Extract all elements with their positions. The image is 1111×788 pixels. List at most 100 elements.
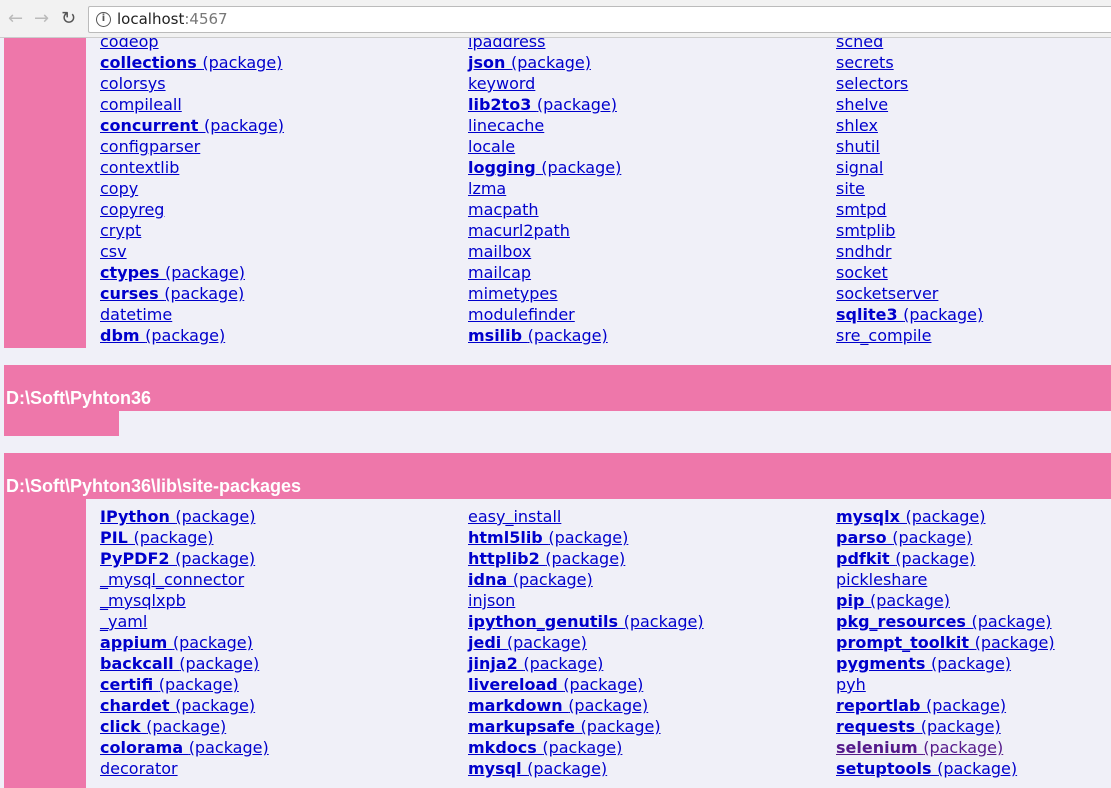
module-link-selectors[interactable]: selectors (836, 74, 908, 93)
module-link-decorator[interactable]: decorator (100, 759, 178, 778)
module-link-PyPDF2[interactable]: PyPDF2 (package) (100, 549, 255, 568)
module-link-pygments[interactable]: pygments (package) (836, 654, 1011, 673)
package-label: (package) (536, 95, 617, 114)
module-link-shelve[interactable]: shelve (836, 95, 888, 114)
module-link-markdown[interactable]: markdown (package) (468, 696, 648, 715)
module-link-sndhdr[interactable]: sndhdr (836, 242, 892, 261)
module-link-pip[interactable]: pip (package) (836, 591, 950, 610)
module-link-appium[interactable]: appium (package) (100, 633, 253, 652)
module-link-parso[interactable]: parso (package) (836, 528, 972, 547)
module-link-linecache[interactable]: linecache (468, 116, 544, 135)
module-link-lzma[interactable]: lzma (468, 179, 506, 198)
module-link-PIL[interactable]: PIL (package) (100, 528, 213, 547)
module-link-site[interactable]: site (836, 179, 865, 198)
module-link-_yaml[interactable]: _yaml (100, 612, 147, 631)
module-link-modulefinder[interactable]: modulefinder (468, 305, 575, 324)
module-link-socket[interactable]: socket (836, 263, 888, 282)
address-bar[interactable]: i localhost:4567 (88, 6, 1111, 33)
module-link-jinja2[interactable]: jinja2 (package) (468, 654, 603, 673)
module-link-socketserver[interactable]: socketserver (836, 284, 938, 303)
module-link-pickleshare[interactable]: pickleshare (836, 570, 927, 589)
module-link-copy[interactable]: copy (100, 179, 138, 198)
module-link-crypt[interactable]: crypt (100, 221, 141, 240)
module-link-jedi[interactable]: jedi (package) (468, 633, 587, 652)
module-list-item: compileall (100, 94, 460, 115)
module-link-ipython_genutils[interactable]: ipython_genutils (package) (468, 612, 704, 631)
module-link-idna[interactable]: idna (package) (468, 570, 593, 589)
module-link-backcall[interactable]: backcall (package) (100, 654, 259, 673)
module-link-mkdocs[interactable]: mkdocs (package) (468, 738, 622, 757)
module-link-macpath[interactable]: macpath (468, 200, 539, 219)
module-link-json[interactable]: json (package) (468, 53, 591, 72)
module-link-easy_install[interactable]: easy_install (468, 507, 561, 526)
module-link-mysql[interactable]: mysql (package) (468, 759, 607, 778)
module-link-secrets[interactable]: secrets (836, 53, 894, 72)
module-link-smtplib[interactable]: smtplib (836, 221, 895, 240)
module-link-httplib2[interactable]: httplib2 (package) (468, 549, 625, 568)
package-label: (package) (895, 549, 976, 568)
module-link-selenium[interactable]: selenium (package) (836, 738, 1003, 757)
module-link-html5lib[interactable]: html5lib (package) (468, 528, 628, 547)
module-link-certifi[interactable]: certifi (package) (100, 675, 239, 694)
module-column: easy_install html5lib (package) httplib2 (… (468, 506, 828, 779)
module-link-pdfkit[interactable]: pdfkit (package) (836, 549, 975, 568)
module-link-keyword[interactable]: keyword (468, 74, 535, 93)
module-link-compileall[interactable]: compileall (100, 95, 182, 114)
info-icon[interactable]: i (96, 12, 111, 27)
module-link-locale[interactable]: locale (468, 137, 515, 156)
module-link-sre_compile[interactable]: sre_compile (836, 326, 931, 345)
module-link-livereload[interactable]: livereload (package) (468, 675, 643, 694)
module-link-contextlib[interactable]: contextlib (100, 158, 179, 177)
module-link-prompt_toolkit[interactable]: prompt_toolkit (package) (836, 633, 1055, 652)
module-link-injson[interactable]: injson (468, 591, 515, 610)
module-link-lib2to3[interactable]: lib2to3 (package) (468, 95, 617, 114)
module-link-sched[interactable]: sched (836, 38, 883, 51)
module-link-mailbox[interactable]: mailbox (468, 242, 531, 261)
module-list-item: ipython_genutils (package) (468, 611, 828, 632)
arrow-right-icon[interactable]: → (34, 8, 49, 29)
module-link-macurl2path[interactable]: macurl2path (468, 221, 570, 240)
reload-icon[interactable]: ↻ (61, 8, 76, 29)
module-link-codeop[interactable]: codeop (100, 38, 159, 51)
module-link-shlex[interactable]: shlex (836, 116, 878, 135)
module-link-IPython[interactable]: IPython (package) (100, 507, 255, 526)
arrow-left-icon[interactable]: ← (8, 8, 23, 29)
package-name: ipython_genutils (468, 612, 624, 631)
module-link-collections[interactable]: collections (package) (100, 53, 282, 72)
module-link-ipaddress[interactable]: ipaddress (468, 38, 545, 51)
module-link-smtpd[interactable]: smtpd (836, 200, 887, 219)
section-sidebar (4, 411, 119, 436)
module-link-csv[interactable]: csv (100, 242, 127, 261)
module-link-requests[interactable]: requests (package) (836, 717, 1001, 736)
module-link-markupsafe[interactable]: markupsafe (package) (468, 717, 661, 736)
module-link-copyreg[interactable]: copyreg (100, 200, 164, 219)
package-label: (package) (175, 549, 256, 568)
module-link-pyh[interactable]: pyh (836, 675, 866, 694)
module-link-ctypes[interactable]: ctypes (package) (100, 263, 245, 282)
module-link-chardet[interactable]: chardet (package) (100, 696, 255, 715)
module-link-sqlite3[interactable]: sqlite3 (package) (836, 305, 983, 324)
module-link-reportlab[interactable]: reportlab (package) (836, 696, 1006, 715)
module-link-_mysql_connector[interactable]: _mysql_connector (100, 570, 244, 589)
module-link-mimetypes[interactable]: mimetypes (468, 284, 558, 303)
module-link-shutil[interactable]: shutil (836, 137, 880, 156)
module-link-curses[interactable]: curses (package) (100, 284, 244, 303)
module-link-setuptools[interactable]: setuptools (package) (836, 759, 1017, 778)
module-link-pkg_resources[interactable]: pkg_resources (package) (836, 612, 1052, 631)
module-link-msilib[interactable]: msilib (package) (468, 326, 608, 345)
module-link-signal[interactable]: signal (836, 158, 883, 177)
module-list-item: datetime (100, 304, 460, 325)
module-link-configparser[interactable]: configparser (100, 137, 200, 156)
package-name: msilib (468, 326, 528, 345)
module-list-item: PyPDF2 (package) (100, 548, 460, 569)
module-link-concurrent[interactable]: concurrent (package) (100, 116, 284, 135)
module-link-mysqlx[interactable]: mysqlx (package) (836, 507, 985, 526)
module-link-colorama[interactable]: colorama (package) (100, 738, 269, 757)
module-link-_mysqlxpb[interactable]: _mysqlxpb (100, 591, 186, 610)
module-link-click[interactable]: click (package) (100, 717, 226, 736)
module-link-logging[interactable]: logging (package) (468, 158, 621, 177)
module-link-mailcap[interactable]: mailcap (468, 263, 531, 282)
module-link-colorsys[interactable]: colorsys (100, 74, 166, 93)
module-link-datetime[interactable]: datetime (100, 305, 172, 324)
module-link-dbm[interactable]: dbm (package) (100, 326, 225, 345)
